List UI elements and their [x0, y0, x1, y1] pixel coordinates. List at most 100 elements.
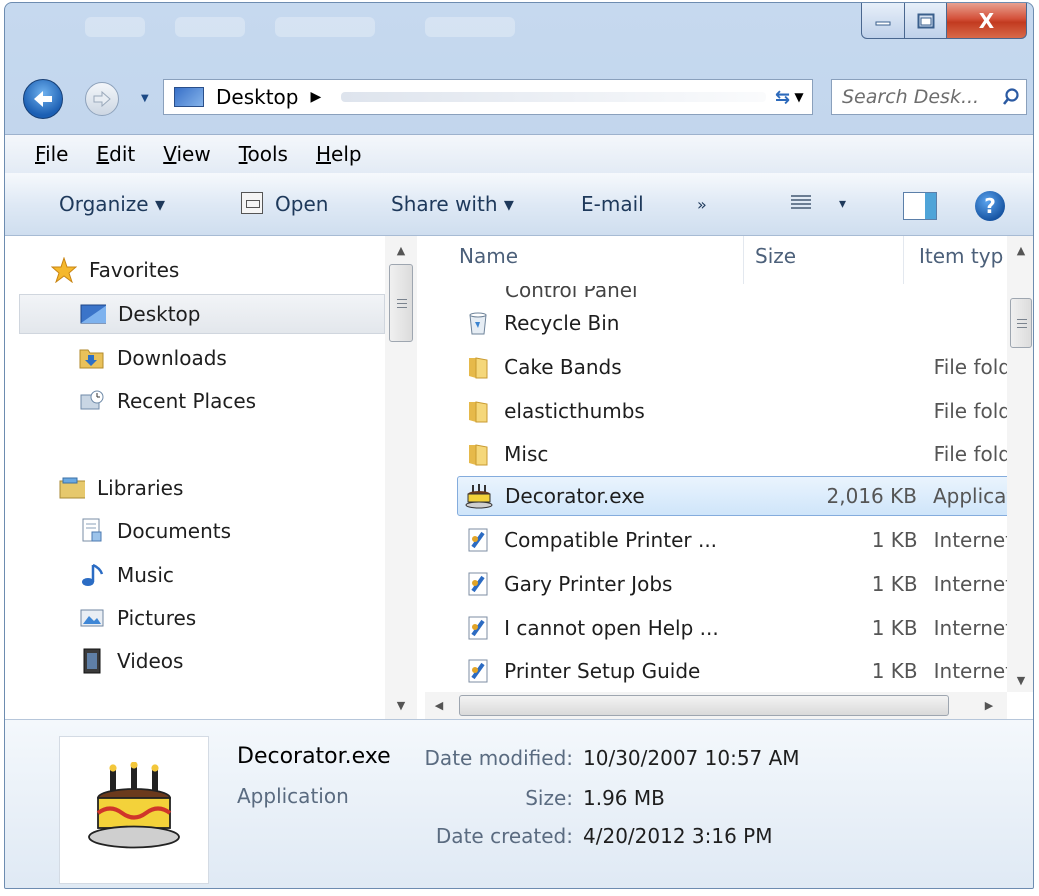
- more-commands-button[interactable]: »: [697, 195, 707, 214]
- search-box[interactable]: Search Desk...: [831, 79, 1027, 115]
- column-header-size[interactable]: Size: [755, 244, 796, 268]
- help-icon[interactable]: ?: [975, 191, 1005, 221]
- breadcrumb-arrow-icon[interactable]: ▶: [310, 89, 321, 105]
- music-icon: [79, 562, 105, 588]
- list-item[interactable]: Misc File fold: [457, 434, 1021, 474]
- scroll-right-arrow[interactable]: ▶: [975, 692, 1003, 719]
- open-icon: [241, 192, 263, 214]
- list-item[interactable]: elasticthumbs File fold: [457, 391, 1021, 431]
- address-bar[interactable]: Desktop ▶ ▼: [163, 79, 813, 115]
- details-created-value: 4/20/2012 3:16 PM: [583, 824, 773, 848]
- close-button[interactable]: X: [947, 3, 1027, 39]
- menu-mnemonic: V: [163, 142, 177, 166]
- view-options-dropdown[interactable]: ▾: [839, 196, 846, 212]
- minimize-button[interactable]: [861, 3, 905, 39]
- documents-icon: [79, 518, 105, 544]
- navigation-scrollbar[interactable]: ▲ ▼: [385, 236, 417, 719]
- cake-icon: [464, 483, 493, 509]
- scroll-thumb[interactable]: [1010, 298, 1032, 348]
- star-icon: [51, 257, 77, 283]
- file-name: Printer Setup Guide: [504, 659, 701, 683]
- pictures-icon: [79, 605, 105, 631]
- recent-places-icon: [79, 388, 105, 414]
- details-file-name: Decorator.exe: [237, 744, 391, 769]
- menu-edit[interactable]: Edit: [96, 142, 135, 166]
- menu-file[interactable]: File: [35, 142, 68, 166]
- title-bar-ghost: [275, 17, 375, 37]
- folder-icon: [463, 398, 492, 424]
- scroll-up-arrow[interactable]: ▲: [1007, 236, 1033, 264]
- title-bar-ghost: [175, 17, 245, 37]
- menu-bar: File Edit View Tools Help: [5, 134, 1033, 174]
- preview-pane-icon[interactable]: [903, 192, 937, 220]
- nav-item-libraries[interactable]: Libraries: [59, 468, 439, 508]
- explorer-window: X ▼ Desktop ▶ ▼ ⇆ Search Desk... File Ed…: [4, 2, 1034, 889]
- nav-label: Desktop: [118, 302, 201, 326]
- list-item-selected[interactable]: Decorator.exe 2,016 KB Applicat: [457, 476, 1021, 516]
- recent-pages-dropdown[interactable]: ▼: [141, 93, 149, 104]
- title-bar-ghost: [85, 17, 145, 37]
- nav-item-desktop[interactable]: Desktop: [19, 294, 385, 334]
- list-item-partial[interactable]: Control Panel: [505, 286, 638, 302]
- maximize-icon: [917, 13, 934, 28]
- list-item[interactable]: Compatible Printer ... 1 KB Internet: [457, 520, 1021, 560]
- menu-help[interactable]: Help: [316, 142, 362, 166]
- maximize-button[interactable]: [905, 3, 947, 39]
- details-modified-label: Date modified:: [424, 746, 573, 770]
- internet-shortcut-icon: [463, 571, 492, 597]
- file-list-vertical-scrollbar[interactable]: ▲ ▼: [1007, 236, 1033, 694]
- scroll-down-arrow[interactable]: ▼: [1007, 666, 1033, 694]
- details-file-kind: Application: [237, 784, 349, 808]
- internet-shortcut-icon: [463, 615, 492, 641]
- file-name: Cake Bands: [504, 355, 622, 379]
- title-bar[interactable]: X: [5, 3, 1033, 71]
- file-name: I cannot open Help ...: [504, 616, 719, 640]
- list-item[interactable]: I cannot open Help ... 1 KB Internet: [457, 608, 1021, 648]
- details-size-value: 1.96 MB: [583, 786, 665, 810]
- scroll-up-arrow[interactable]: ▲: [385, 236, 417, 264]
- file-list-horizontal-scrollbar[interactable]: ◀ ▶: [425, 692, 1007, 719]
- file-name: Gary Printer Jobs: [504, 572, 673, 596]
- list-item[interactable]: Cake Bands File fold: [457, 347, 1021, 387]
- details-pane: Decorator.exe Application Date modified:…: [5, 719, 1033, 888]
- nav-label: Music: [117, 563, 174, 587]
- title-bar-ghost: [425, 17, 515, 37]
- cake-icon: [88, 762, 180, 849]
- forward-button[interactable]: [85, 82, 119, 116]
- list-item[interactable]: Gary Printer Jobs 1 KB Internet: [457, 564, 1021, 604]
- list-item[interactable]: Recycle Bin: [457, 303, 1021, 343]
- menu-view[interactable]: View: [163, 142, 210, 166]
- nav-label: Documents: [117, 519, 232, 543]
- internet-shortcut-icon: [463, 527, 492, 553]
- recycle-bin-icon: [463, 310, 492, 336]
- back-button[interactable]: [23, 79, 63, 119]
- change-view-icon[interactable]: [791, 193, 811, 213]
- scroll-thumb[interactable]: [459, 695, 949, 716]
- search-input[interactable]: Search Desk...: [842, 86, 996, 108]
- file-name: Compatible Printer ...: [504, 528, 718, 552]
- forward-arrow-icon: [93, 90, 111, 108]
- refresh-icon[interactable]: ⇆: [775, 87, 790, 108]
- scroll-thumb[interactable]: [389, 264, 413, 342]
- list-item[interactable]: Printer Setup Guide 1 KB Internet: [457, 651, 1021, 691]
- scroll-down-arrow[interactable]: ▼: [385, 691, 417, 719]
- share-with-button[interactable]: Share with ▾: [391, 192, 514, 216]
- address-location[interactable]: Desktop: [216, 85, 298, 109]
- file-name: Recycle Bin: [504, 311, 620, 335]
- menu-label: dit: [109, 142, 136, 166]
- file-list: Name Size Item typ Control Panel Recycle…: [425, 236, 1033, 719]
- search-icon[interactable]: [996, 88, 1026, 106]
- desktop-icon: [174, 87, 204, 107]
- scroll-left-arrow[interactable]: ◀: [425, 692, 453, 719]
- organize-button[interactable]: Organize ▾: [59, 192, 165, 216]
- nav-label: Pictures: [117, 606, 197, 630]
- nav-label: Videos: [117, 649, 184, 673]
- nav-item-favorites[interactable]: Favorites: [51, 250, 431, 290]
- column-header-name[interactable]: Name: [459, 244, 518, 268]
- details-created-label: Date created:: [435, 824, 573, 848]
- email-button[interactable]: E-mail: [581, 192, 644, 216]
- menu-tools[interactable]: Tools: [239, 142, 288, 166]
- videos-icon: [79, 648, 105, 674]
- column-header-type[interactable]: Item typ: [919, 244, 1003, 268]
- open-button[interactable]: Open: [275, 192, 328, 216]
